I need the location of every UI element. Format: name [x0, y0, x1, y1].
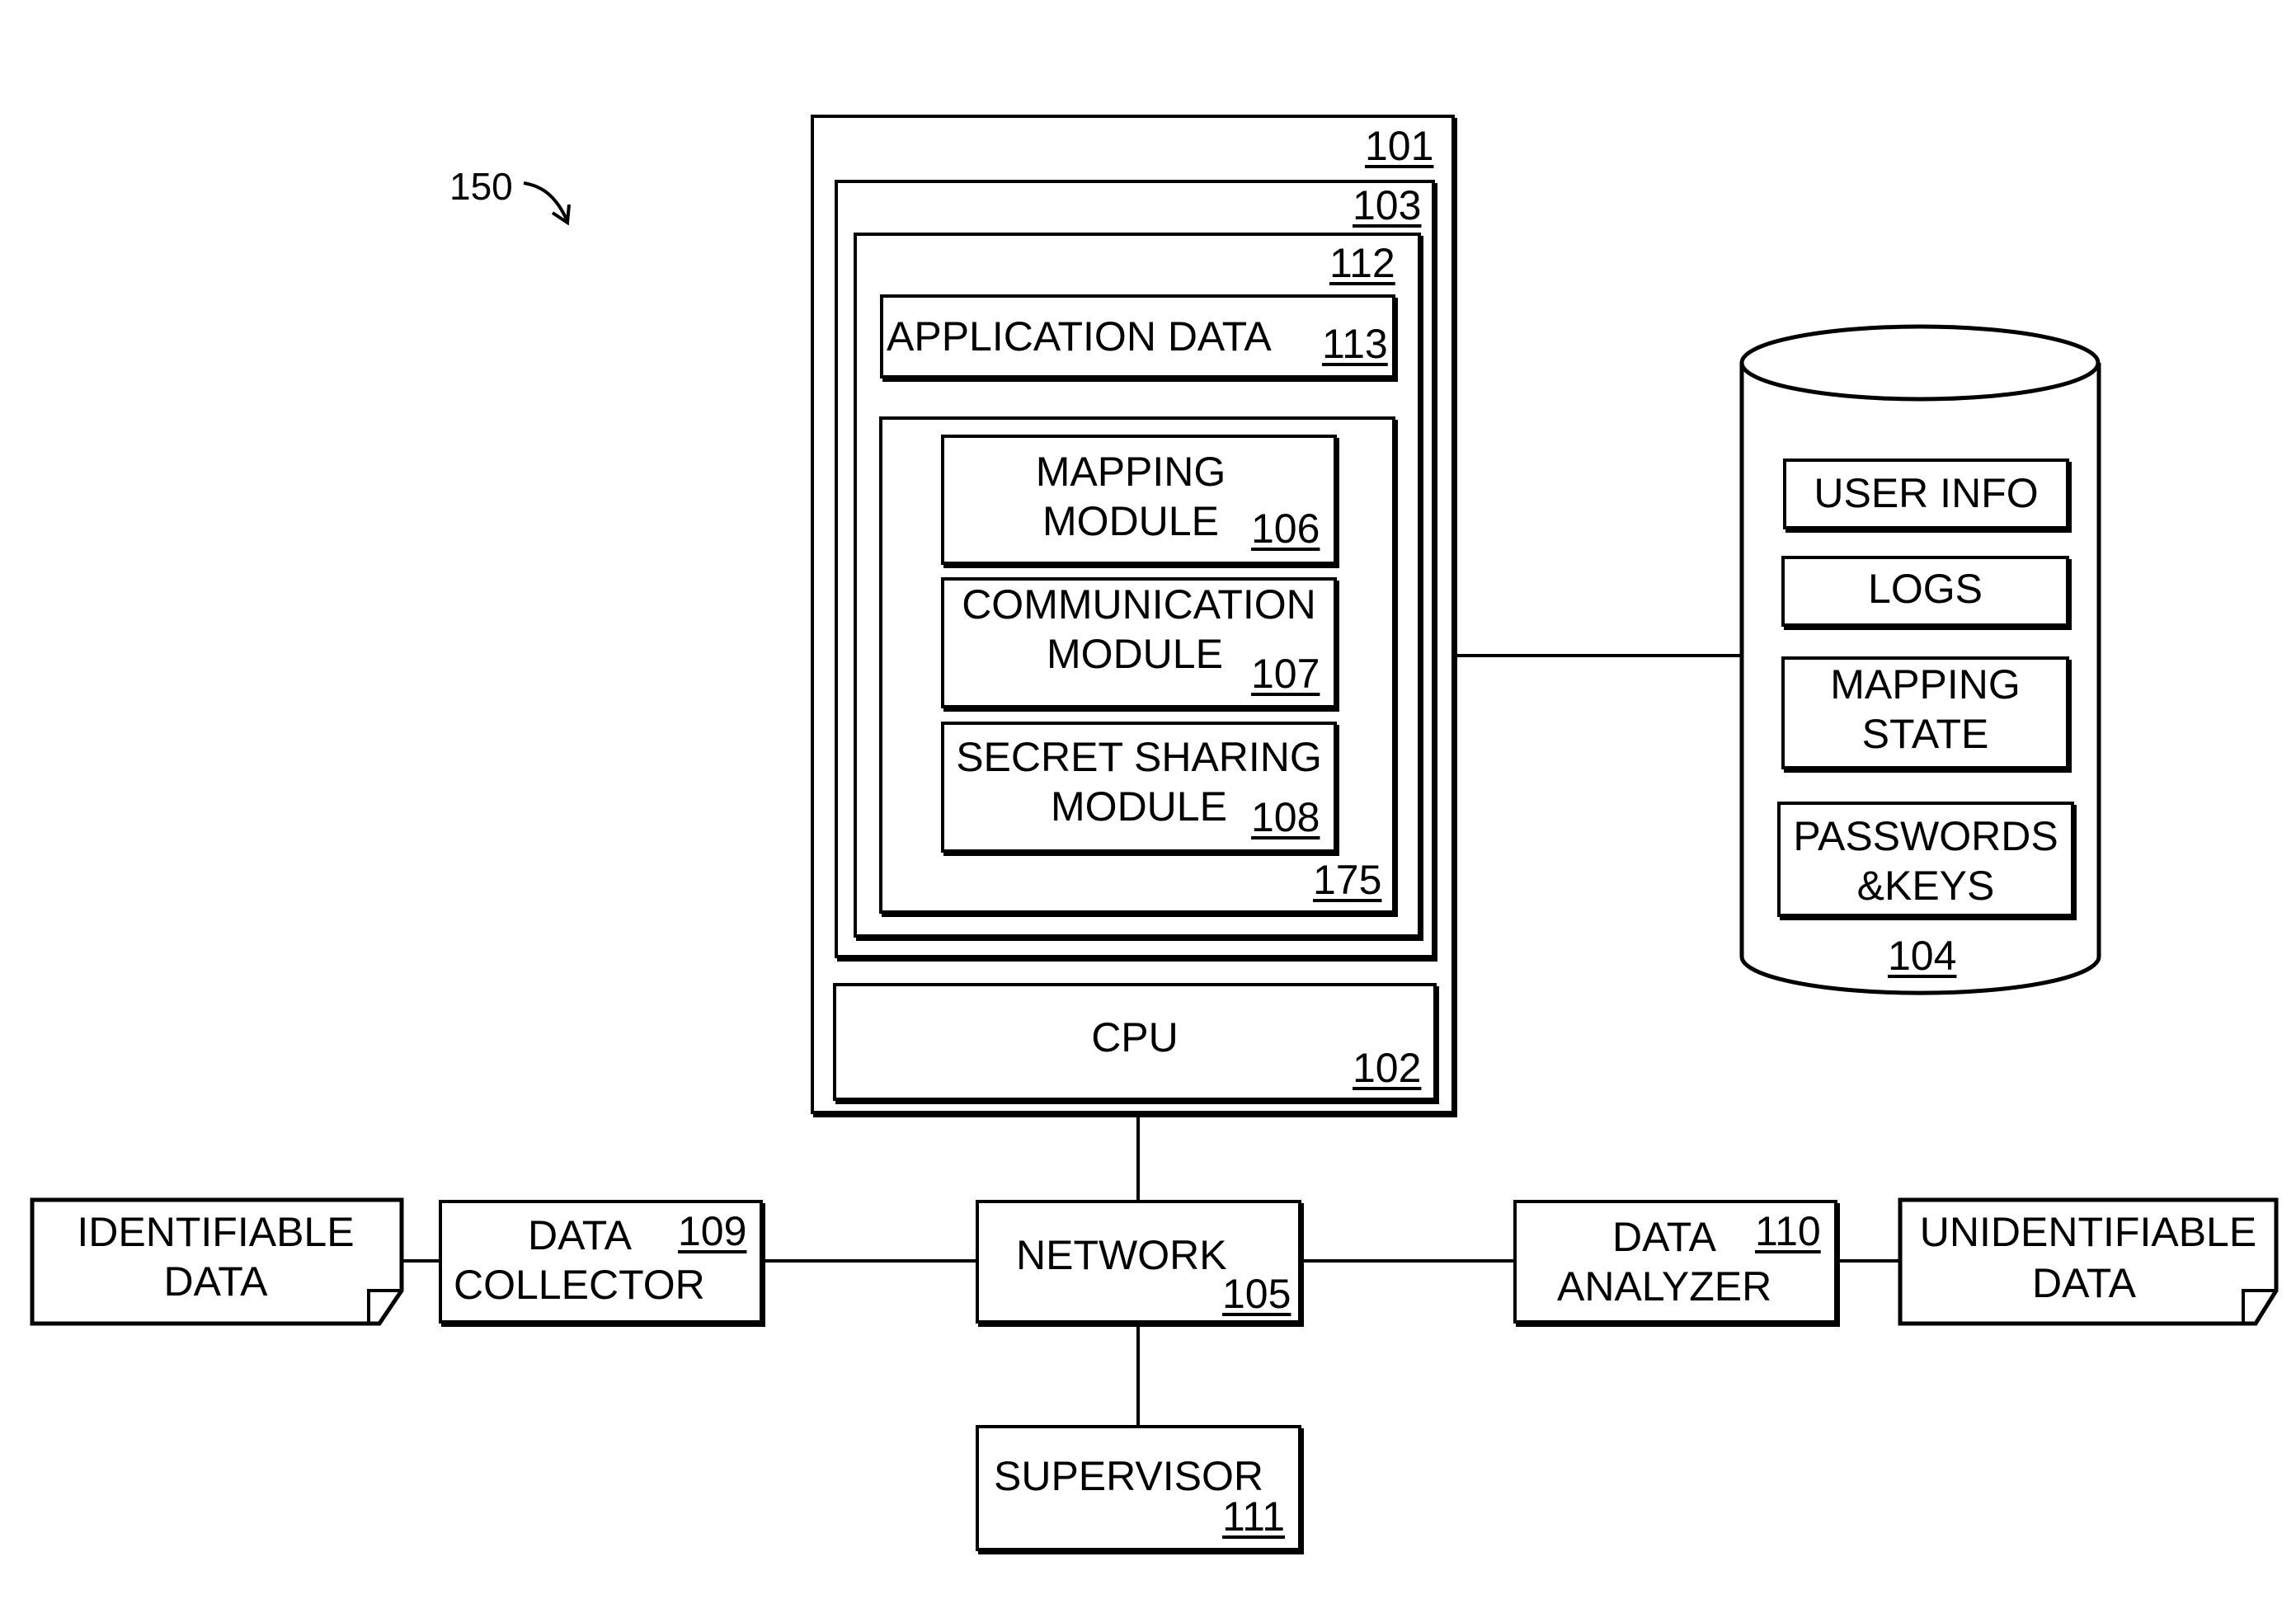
unidentifiable-data-line2: DATA	[2032, 1260, 2136, 1306]
unidentifiable-data-document-icon	[1898, 1197, 2279, 1326]
unidentifiable-data-line1: UNIDENTIFIABLE	[1919, 1209, 2257, 1255]
